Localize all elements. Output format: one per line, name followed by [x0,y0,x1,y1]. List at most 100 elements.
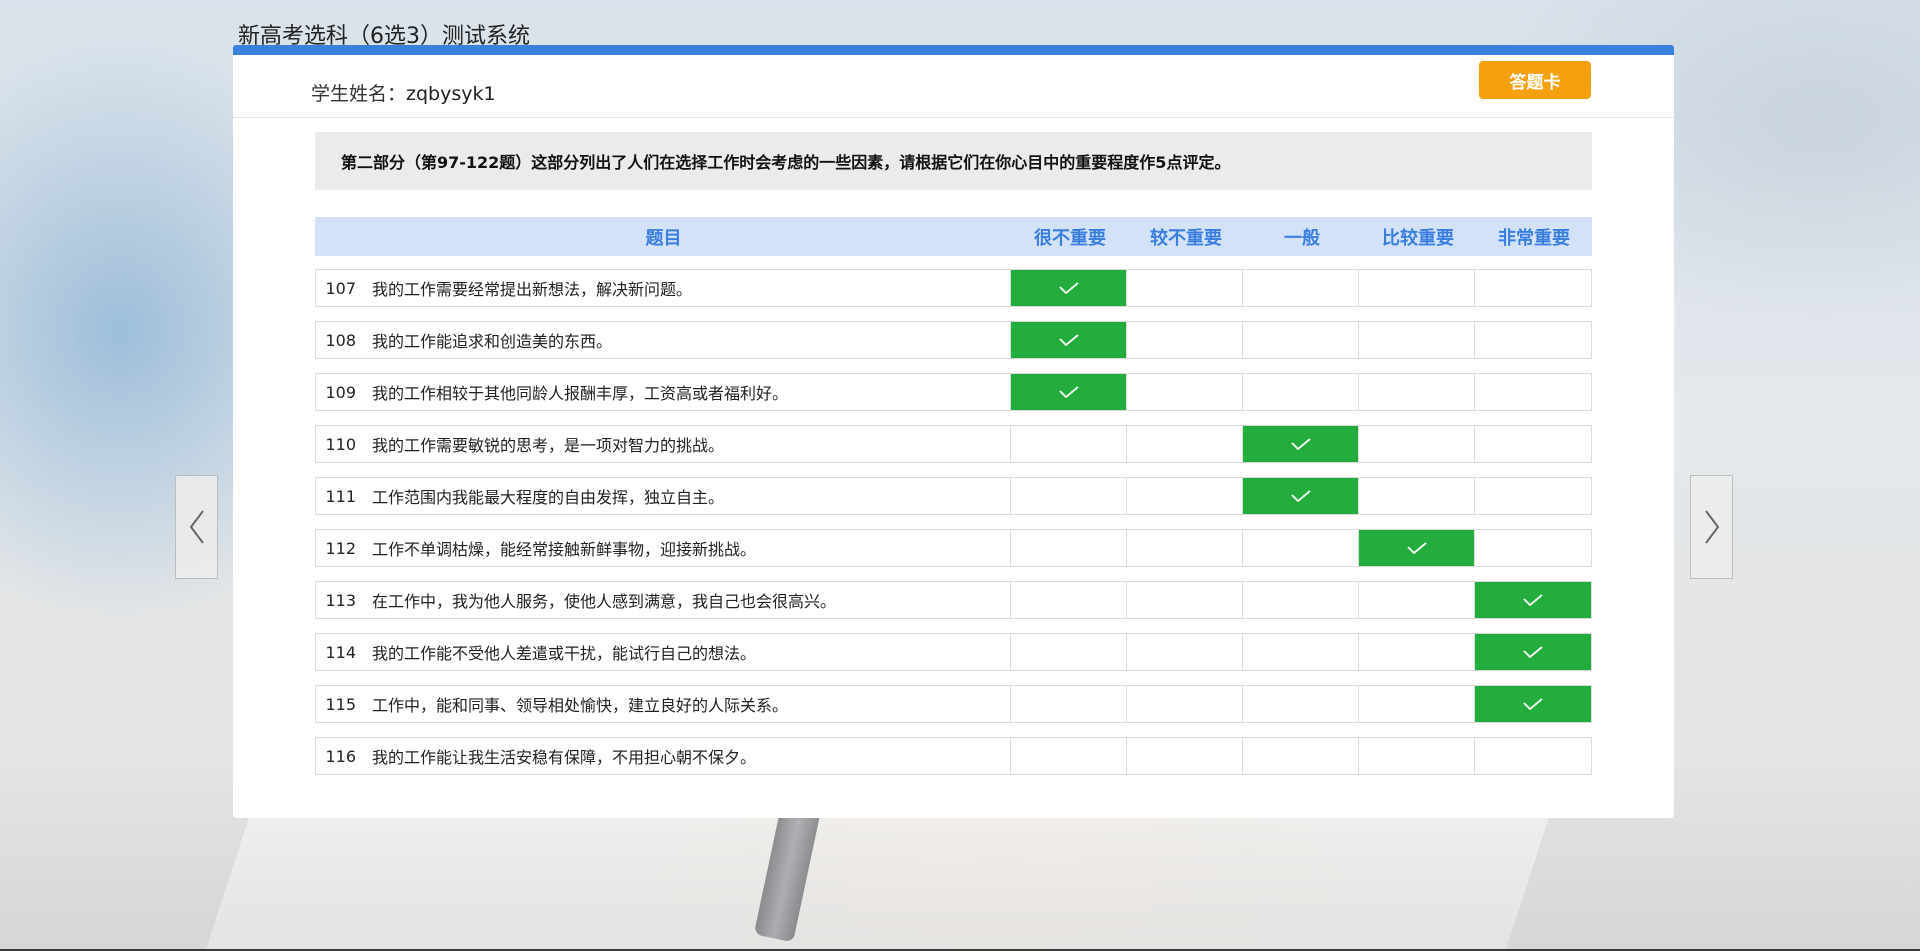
question-text: 在工作中，我为他人服务，使他人感到满意，我自己也会很高兴。 [372,592,837,611]
option-neutral[interactable] [1243,426,1360,462]
next-page-button[interactable] [1690,475,1733,579]
option-very-important[interactable] [1475,634,1591,670]
option-very-unimportant[interactable] [1011,530,1128,566]
option-very-important[interactable] [1475,478,1591,514]
option-unimportant[interactable] [1127,738,1244,774]
background-paper [205,800,1555,951]
option-very-important[interactable] [1475,582,1591,618]
option-unimportant[interactable] [1127,634,1244,670]
question-number: 115 [325,694,356,714]
check-icon [1059,282,1079,294]
question-row: 109 我的工作相较于其他同龄人报酬丰厚，工资高或者福利好。 [315,373,1592,411]
question-number: 113 [325,590,356,610]
header-option-important: 比较重要 [1382,227,1454,249]
question-cell: 109 我的工作相较于其他同龄人报酬丰厚，工资高或者福利好。 [316,374,1012,410]
option-very-important[interactable] [1475,738,1591,774]
check-icon [1523,594,1543,606]
question-text: 工作中，能和同事、领导相处愉快，建立良好的人际关系。 [372,696,789,715]
option-very-unimportant[interactable] [1011,478,1128,514]
option-neutral[interactable] [1243,374,1360,410]
option-very-unimportant[interactable] [1011,374,1128,410]
header-option-very-important: 非常重要 [1498,227,1570,249]
prev-page-button[interactable] [175,475,218,579]
option-important[interactable] [1359,738,1476,774]
option-neutral[interactable] [1243,582,1360,618]
option-important[interactable] [1359,478,1476,514]
option-important[interactable] [1359,374,1476,410]
question-text: 我的工作相较于其他同龄人报酬丰厚，工资高或者福利好。 [372,384,789,403]
option-unimportant[interactable] [1127,478,1244,514]
check-icon [1059,386,1079,398]
option-neutral[interactable] [1243,322,1360,358]
option-neutral[interactable] [1243,634,1360,670]
option-unimportant[interactable] [1127,322,1244,358]
option-neutral[interactable] [1243,270,1360,306]
question-list: 107 我的工作需要经常提出新想法，解决新问题。 108 我的工作能追求和创造美的东西… [315,269,1592,789]
option-important[interactable] [1359,686,1476,722]
option-very-unimportant[interactable] [1011,270,1128,306]
answer-card-button[interactable]: 答题卡 [1479,61,1591,99]
option-neutral[interactable] [1243,530,1360,566]
option-unimportant[interactable] [1127,374,1244,410]
option-very-unimportant[interactable] [1011,738,1128,774]
question-row: 111 工作范围内我能最大程度的自由发挥，独立自主。 [315,477,1592,515]
question-row: 110 我的工作需要敏锐的思考，是一项对智力的挑战。 [315,425,1592,463]
question-number: 107 [325,278,356,298]
option-very-unimportant[interactable] [1011,322,1128,358]
option-very-important[interactable] [1475,686,1591,722]
option-neutral[interactable] [1243,738,1360,774]
header-option-unimportant: 较不重要 [1150,227,1222,249]
question-row: 116 我的工作能让我生活安稳有保障，不用担心朝不保夕。 [315,737,1592,775]
option-unimportant[interactable] [1127,530,1244,566]
option-very-important[interactable] [1475,322,1591,358]
question-text: 我的工作需要敏锐的思考，是一项对智力的挑战。 [372,436,725,455]
check-icon [1523,698,1543,710]
question-row: 112 工作不单调枯燥，能经常接触新鲜事物，迎接新挑战。 [315,529,1592,567]
question-text: 工作范围内我能最大程度的自由发挥，独立自主。 [372,488,725,507]
question-cell: 114 我的工作能不受他人差遣或干扰，能试行自己的想法。 [316,634,1012,670]
option-very-unimportant[interactable] [1011,582,1128,618]
option-very-important[interactable] [1475,426,1591,462]
option-unimportant[interactable] [1127,270,1244,306]
question-row: 115 工作中，能和同事、领导相处愉快，建立良好的人际关系。 [315,685,1592,723]
table-header: 题目 很不重要 较不重要 一般 比较重要 非常重要 [315,217,1592,256]
check-icon [1291,490,1311,502]
option-neutral[interactable] [1243,478,1360,514]
option-important[interactable] [1359,426,1476,462]
check-icon [1523,646,1543,658]
option-important[interactable] [1359,270,1476,306]
question-cell: 115 工作中，能和同事、领导相处愉快，建立良好的人际关系。 [316,686,1012,722]
question-cell: 111 工作范围内我能最大程度的自由发挥，独立自主。 [316,478,1012,514]
option-very-important[interactable] [1475,374,1591,410]
option-very-unimportant[interactable] [1011,426,1128,462]
option-unimportant[interactable] [1127,426,1244,462]
check-icon [1406,542,1427,554]
option-neutral[interactable] [1243,686,1360,722]
option-unimportant[interactable] [1127,686,1244,722]
check-icon [1059,334,1079,346]
option-important[interactable] [1359,530,1476,566]
question-number: 116 [325,746,356,766]
question-row: 107 我的工作需要经常提出新想法，解决新问题。 [315,269,1592,307]
quiz-panel: 学生姓名：zqbysyk1 答题卡 第二部分（第97-122题）这部分列出了人们… [233,45,1674,818]
option-very-important[interactable] [1475,270,1591,306]
option-important[interactable] [1359,322,1476,358]
question-text: 我的工作能不受他人差遣或干扰，能试行自己的想法。 [372,644,757,663]
option-very-important[interactable] [1475,530,1591,566]
student-name: zqbysyk1 [406,83,496,105]
header-option-very-unimportant: 很不重要 [1034,227,1106,249]
option-important[interactable] [1359,634,1476,670]
question-number: 111 [325,486,356,506]
question-number: 109 [325,382,356,402]
question-text: 我的工作需要经常提出新想法，解决新问题。 [372,280,693,299]
question-row: 108 我的工作能追求和创造美的东西。 [315,321,1592,359]
question-text: 我的工作能追求和创造美的东西。 [372,332,613,351]
question-number: 114 [325,642,356,662]
option-very-unimportant[interactable] [1011,686,1128,722]
chevron-left-icon [189,510,204,544]
option-unimportant[interactable] [1127,582,1244,618]
option-important[interactable] [1359,582,1476,618]
question-number: 108 [325,330,356,350]
option-very-unimportant[interactable] [1011,634,1128,670]
chevron-right-icon [1704,510,1719,544]
